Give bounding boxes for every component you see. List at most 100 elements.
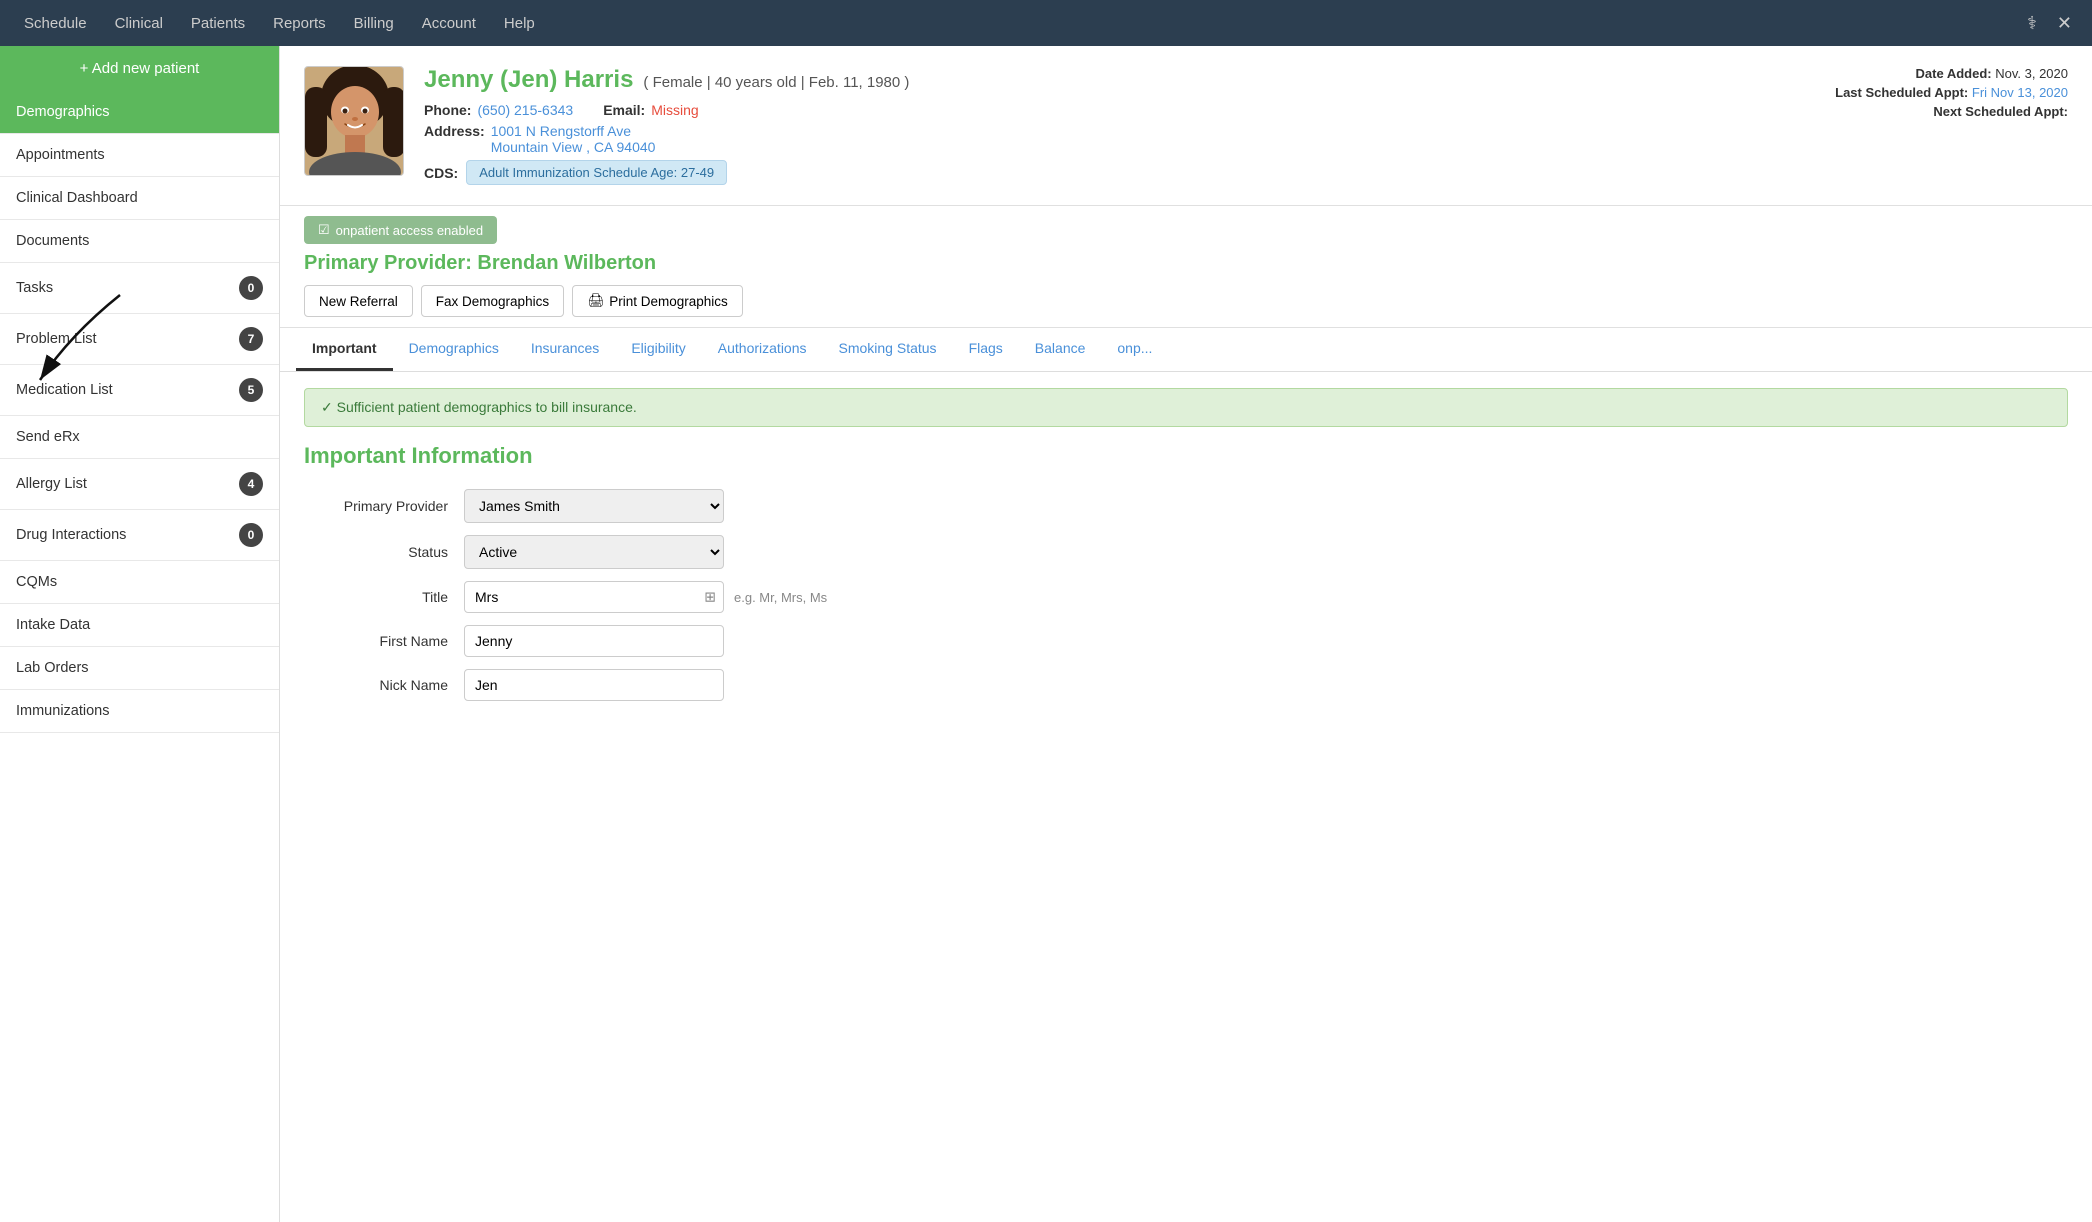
patient-name: Jenny (Jen) Harris [424, 66, 633, 94]
sidebar-item-cqms[interactable]: CQMs [0, 561, 279, 604]
main-layout: + Add new patient Demographics Appointme… [0, 46, 2092, 1222]
nav-billing[interactable]: Billing [340, 0, 408, 46]
sidebar-item-send-erx[interactable]: Send eRx [0, 416, 279, 459]
tab-balance[interactable]: Balance [1019, 328, 1102, 371]
cds-row: CDS: Adult Immunization Schedule Age: 27… [424, 160, 1815, 185]
sidebar-item-immunizations[interactable]: Immunizations [0, 690, 279, 733]
email-label: Email: [603, 102, 645, 118]
patient-photo [304, 66, 404, 176]
printer-icon: 🖨 [587, 293, 604, 309]
sidebar-item-drug-interactions[interactable]: Drug Interactions 0 [0, 510, 279, 561]
sidebar-label-demographics: Demographics [16, 104, 110, 120]
new-referral-button[interactable]: New Referral [304, 285, 413, 317]
address-label: Address: [424, 123, 485, 139]
nav-help[interactable]: Help [490, 0, 549, 46]
section-title: Important Information [304, 443, 2068, 469]
status-select[interactable]: ActiveInactive [464, 535, 724, 569]
phone-label: Phone: [424, 102, 471, 118]
provider-bar: ☑ onpatient access enabled Primary Provi… [280, 206, 2092, 328]
cds-badge[interactable]: Adult Immunization Schedule Age: 27-49 [466, 160, 727, 185]
sidebar-label-allergy-list: Allergy List [16, 476, 87, 492]
tab-eligibility[interactable]: Eligibility [615, 328, 701, 371]
caduceus-icon: ⚕ [2017, 13, 2047, 34]
patient-info: Jenny (Jen) Harris ( Female | 40 years o… [424, 66, 1815, 185]
drug-interactions-badge: 0 [239, 523, 263, 547]
medication-list-badge: 5 [239, 378, 263, 402]
status-field-label: Status [304, 544, 464, 560]
sidebar: + Add new patient Demographics Appointme… [0, 46, 280, 1222]
sidebar-item-documents[interactable]: Documents [0, 220, 279, 263]
patient-avatar [305, 67, 404, 176]
nick-name-row: Nick Name [304, 669, 2068, 701]
sidebar-item-medication-list[interactable]: Medication List 5 [0, 365, 279, 416]
nav-clinical[interactable]: Clinical [101, 0, 177, 46]
sidebar-label-send-erx: Send eRx [16, 429, 80, 445]
email-value: Missing [651, 102, 698, 118]
tab-smoking-status[interactable]: Smoking Status [823, 328, 953, 371]
status-row: Status ActiveInactive [304, 535, 2068, 569]
sidebar-item-intake-data[interactable]: Intake Data [0, 604, 279, 647]
sidebar-item-tasks[interactable]: Tasks 0 [0, 263, 279, 314]
last-scheduled-label: Last Scheduled Appt: [1835, 85, 1968, 100]
nav-patients[interactable]: Patients [177, 0, 259, 46]
tab-authorizations[interactable]: Authorizations [702, 328, 823, 371]
print-demographics-button[interactable]: 🖨 Print Demographics [572, 285, 743, 317]
sidebar-item-allergy-list[interactable]: Allergy List 4 [0, 459, 279, 510]
fax-demographics-button[interactable]: Fax Demographics [421, 285, 564, 317]
next-scheduled-label: Next Scheduled Appt: [1933, 104, 2068, 119]
nav-schedule[interactable]: Schedule [10, 0, 101, 46]
sidebar-label-intake-data: Intake Data [16, 617, 90, 633]
patient-details-row: Phone: (650) 215-6343 Email: Missing [424, 102, 1815, 118]
first-name-input[interactable] [464, 625, 724, 657]
tasks-badge: 0 [239, 276, 263, 300]
first-name-row: First Name [304, 625, 2068, 657]
tab-insurances[interactable]: Insurances [515, 328, 615, 371]
tab-important[interactable]: Important [296, 328, 393, 371]
tab-demographics[interactable]: Demographics [393, 328, 515, 371]
right-info: Date Added: Nov. 3, 2020 Last Scheduled … [1835, 66, 2068, 185]
address-row: Address: 1001 N Rengstorff Ave Mountain … [424, 123, 1815, 155]
close-icon[interactable]: ✕ [2047, 13, 2082, 34]
nick-name-input[interactable] [464, 669, 724, 701]
title-row: Title ⊞ e.g. Mr, Mrs, Ms [304, 581, 2068, 613]
last-scheduled-row: Last Scheduled Appt: Fri Nov 13, 2020 [1835, 85, 2068, 100]
sidebar-label-cqms: CQMs [16, 574, 57, 590]
sidebar-item-demographics[interactable]: Demographics [0, 91, 279, 134]
email-detail: Email: Missing [603, 102, 698, 118]
sidebar-item-appointments[interactable]: Appointments [0, 134, 279, 177]
address-detail: Address: 1001 N Rengstorff Ave Mountain … [424, 123, 655, 155]
tab-flags[interactable]: Flags [953, 328, 1019, 371]
primary-provider-select[interactable]: James SmithBrendan Wilberton [464, 489, 724, 523]
next-scheduled-row: Next Scheduled Appt: [1835, 104, 2068, 119]
sidebar-label-documents: Documents [16, 233, 89, 249]
onpatient-label: onpatient access enabled [336, 223, 483, 238]
sidebar-label-problem-list: Problem List [16, 331, 97, 347]
date-added-label: Date Added: [1916, 66, 1992, 81]
sidebar-label-appointments: Appointments [16, 147, 105, 163]
print-demographics-label: Print Demographics [609, 294, 728, 309]
sidebar-label-drug-interactions: Drug Interactions [16, 527, 126, 543]
primary-provider-field-label: Primary Provider [304, 498, 464, 514]
sidebar-item-clinical-dashboard[interactable]: Clinical Dashboard [0, 177, 279, 220]
sidebar-item-problem-list[interactable]: Problem List 7 [0, 314, 279, 365]
sidebar-label-lab-orders: Lab Orders [16, 660, 89, 676]
address-value: 1001 N Rengstorff Ave Mountain View , CA… [491, 123, 656, 155]
patient-header: Jenny (Jen) Harris ( Female | 40 years o… [280, 46, 2092, 206]
first-name-label: First Name [304, 633, 464, 649]
title-input[interactable] [464, 581, 724, 613]
cds-label: CDS: [424, 165, 458, 181]
action-buttons: New Referral Fax Demographics 🖨 Print De… [304, 285, 2068, 317]
content-area: ✓ Sufficient patient demographics to bil… [280, 372, 2092, 729]
top-nav: Schedule Clinical Patients Reports Billi… [0, 0, 2092, 46]
sidebar-label-clinical-dashboard: Clinical Dashboard [16, 190, 138, 206]
sidebar-label-medication-list: Medication List [16, 382, 113, 398]
problem-list-badge: 7 [239, 327, 263, 351]
tab-onp[interactable]: onp... [1101, 328, 1168, 371]
sidebar-item-lab-orders[interactable]: Lab Orders [0, 647, 279, 690]
nav-reports[interactable]: Reports [259, 0, 340, 46]
patient-name-row: Jenny (Jen) Harris ( Female | 40 years o… [424, 66, 1815, 94]
onpatient-badge: ☑ onpatient access enabled [304, 216, 497, 244]
nav-account[interactable]: Account [408, 0, 490, 46]
primary-provider-label: Primary Provider: Brendan Wilberton [304, 252, 2068, 275]
add-patient-button[interactable]: + Add new patient [0, 46, 279, 91]
